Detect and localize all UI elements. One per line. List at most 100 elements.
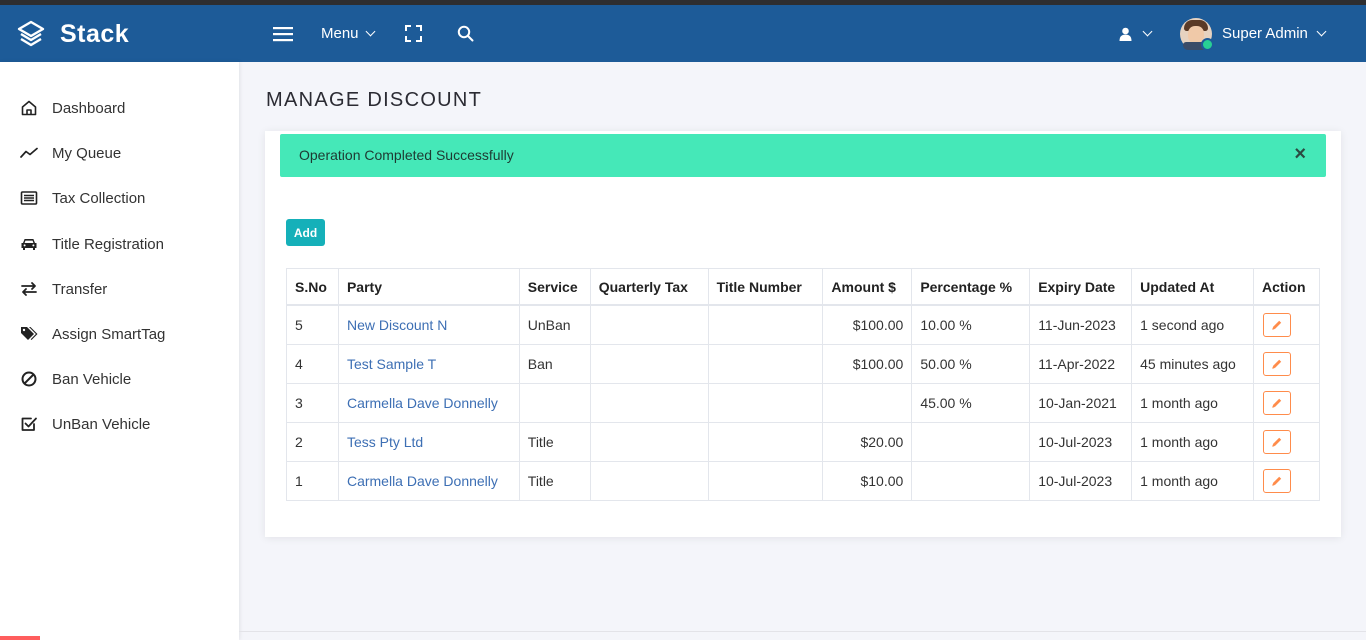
- hamburger-icon: [273, 26, 293, 41]
- cell-percentage: 50.00 %: [911, 344, 1031, 384]
- cell-amount: $100.00: [822, 304, 913, 345]
- user-name: Super Admin: [1222, 25, 1308, 42]
- sidebar-item-label: Dashboard: [52, 99, 126, 117]
- sidebar-item-my-queue[interactable]: My Queue: [0, 138, 121, 168]
- cell-amount: $10.00: [822, 461, 913, 501]
- edit-button[interactable]: [1262, 469, 1291, 493]
- add-button[interactable]: Add: [286, 219, 325, 246]
- column-header-title-number[interactable]: Title Number: [707, 268, 824, 306]
- cell-expiry-date: 10-Jul-2023: [1029, 461, 1133, 501]
- trend-icon: [20, 147, 38, 158]
- cell-percentage: [911, 422, 1031, 462]
- check-square-icon: [21, 417, 37, 431]
- close-icon[interactable]: ×: [1294, 144, 1306, 164]
- edit-button[interactable]: [1262, 391, 1291, 415]
- sidebar-item-label: Tax Collection: [52, 189, 146, 207]
- table-row: 4 Test Sample T Ban $100.00 50.00 % 11-A…: [286, 344, 1321, 384]
- top-navbar: Stack Menu Super Admin: [0, 5, 1366, 62]
- stack-logo-icon: [17, 20, 45, 47]
- column-header-expiry-date[interactable]: Expiry Date: [1029, 268, 1133, 306]
- table-row: 1 Carmella Dave Donnelly Title $10.00 10…: [286, 461, 1321, 501]
- chevron-down-icon: [1142, 26, 1153, 37]
- user-icon: [1119, 27, 1132, 41]
- edit-button[interactable]: [1262, 352, 1291, 376]
- profile-dropdown[interactable]: Super Admin: [1180, 5, 1327, 62]
- exchange-icon: [21, 282, 37, 296]
- column-header-party[interactable]: Party: [337, 268, 520, 306]
- brand-name: Stack: [60, 19, 130, 48]
- avatar: [1180, 17, 1214, 51]
- sidebar-item-ban-vehicle[interactable]: Ban Vehicle: [0, 364, 131, 394]
- cell-amount: [822, 383, 913, 423]
- pencil-icon: [1272, 359, 1282, 369]
- search-icon: [457, 25, 474, 42]
- discount-table: S.No Party Service Quarterly Tax Title N…: [286, 268, 1321, 501]
- column-header-updated-at[interactable]: Updated At: [1131, 268, 1254, 306]
- cell-party: Carmella Dave Donnelly: [337, 461, 520, 501]
- footer-divider: [239, 631, 1366, 632]
- cell-updated-at: 1 month ago: [1131, 461, 1254, 501]
- cell-expiry-date: 11-Apr-2022: [1029, 344, 1133, 384]
- cell-action: [1252, 344, 1321, 384]
- cell-sno: 5: [286, 304, 339, 345]
- cell-expiry-date: 10-Jul-2023: [1029, 422, 1133, 462]
- sidebar-item-dashboard[interactable]: Dashboard: [0, 93, 125, 123]
- column-header-action: Action: [1252, 268, 1321, 306]
- list-icon: [20, 191, 38, 205]
- sidebar-item-label: UnBan Vehicle: [52, 415, 151, 433]
- cell-action: [1252, 304, 1321, 345]
- sidebar-item-tax-collection[interactable]: Tax Collection: [0, 183, 145, 213]
- menu-label: Menu: [321, 25, 359, 42]
- party-link[interactable]: Test Sample T: [347, 356, 436, 372]
- cell-action: [1252, 461, 1321, 501]
- party-link[interactable]: Tess Pty Ltd: [347, 434, 423, 450]
- pencil-icon: [1272, 320, 1282, 330]
- cell-title-number: [707, 461, 824, 501]
- column-header-service[interactable]: Service: [518, 268, 591, 306]
- column-header-percentage[interactable]: Percentage %: [911, 268, 1031, 306]
- menu-dropdown[interactable]: Menu: [321, 5, 375, 62]
- edit-button[interactable]: [1262, 313, 1291, 337]
- sidebar-item-label: Assign SmartTag: [52, 325, 166, 343]
- cell-service: Ban: [518, 344, 591, 384]
- success-alert: Operation Completed Successfully ×: [280, 134, 1326, 177]
- fullscreen-button[interactable]: [405, 5, 422, 62]
- sidebar-item-unban-vehicle[interactable]: UnBan Vehicle: [0, 409, 150, 439]
- column-header-sno[interactable]: S.No: [286, 268, 339, 306]
- cell-quarterly-tax: [589, 461, 709, 501]
- column-header-amount[interactable]: Amount $: [822, 268, 913, 306]
- brand[interactable]: Stack: [16, 18, 129, 50]
- table-row: 2 Tess Pty Ltd Title $20.00 10-Jul-2023 …: [286, 422, 1321, 462]
- pencil-icon: [1272, 476, 1282, 486]
- user-menu-button[interactable]: [1119, 5, 1153, 62]
- cell-title-number: [707, 304, 824, 345]
- party-link[interactable]: Carmella Dave Donnelly: [347, 395, 498, 411]
- table-header-row: S.No Party Service Quarterly Tax Title N…: [286, 268, 1321, 306]
- online-status-dot: [1201, 37, 1214, 51]
- cell-party: Tess Pty Ltd: [337, 422, 520, 462]
- search-button[interactable]: [457, 5, 474, 62]
- table-row: 5 New Discount N UnBan $100.00 10.00 % 1…: [286, 304, 1321, 345]
- table-row: 3 Carmella Dave Donnelly 45.00 % 10-Jan-…: [286, 383, 1321, 423]
- sidebar-item-transfer[interactable]: Transfer: [0, 274, 107, 304]
- chevron-down-icon: [1316, 26, 1327, 37]
- cell-percentage: [911, 461, 1031, 501]
- edit-button[interactable]: [1262, 430, 1291, 454]
- chevron-down-icon: [365, 26, 375, 37]
- tags-icon: [21, 327, 38, 340]
- alert-message: Operation Completed Successfully: [299, 147, 514, 163]
- cell-amount: $100.00: [822, 344, 913, 384]
- party-link[interactable]: Carmella Dave Donnelly: [347, 473, 498, 489]
- sidebar-bottom-marker: [0, 636, 40, 640]
- party-link[interactable]: New Discount N: [347, 317, 447, 333]
- cell-expiry-date: 10-Jan-2021: [1029, 383, 1133, 423]
- cell-service: [518, 383, 591, 423]
- discount-card: Operation Completed Successfully × Add S…: [265, 131, 1341, 537]
- sidebar-item-title-registration[interactable]: Title Registration: [0, 229, 164, 259]
- sidebar-item-assign-smarttag[interactable]: Assign SmartTag: [0, 319, 165, 349]
- column-header-quarterly-tax[interactable]: Quarterly Tax: [589, 268, 709, 306]
- hamburger-button[interactable]: [273, 5, 293, 62]
- cell-action: [1252, 422, 1321, 462]
- cell-title-number: [707, 344, 824, 384]
- cell-updated-at: 1 month ago: [1131, 383, 1254, 423]
